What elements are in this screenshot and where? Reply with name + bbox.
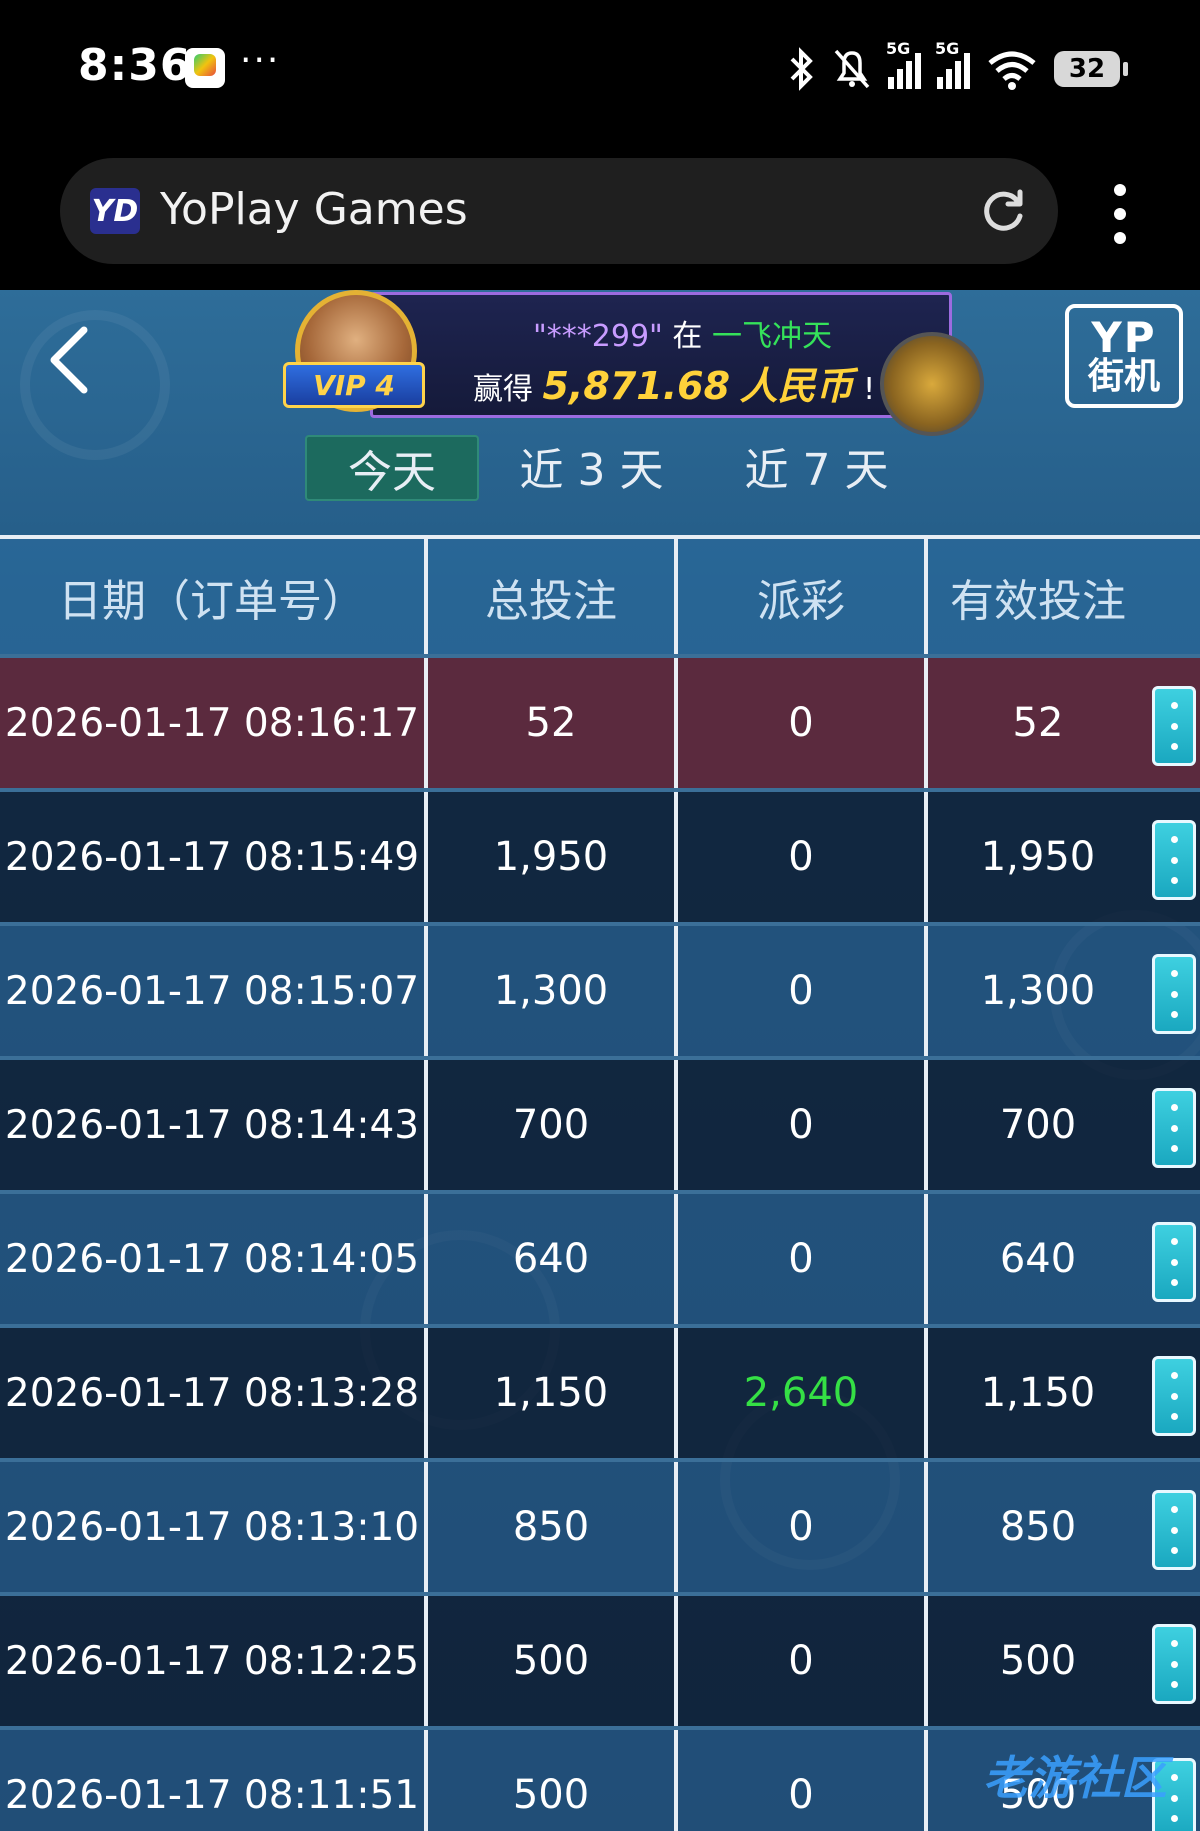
win-announcement-banner: "***299" 在 一飞冲天 赢得 5,871.68 人民币 ! — [370, 292, 952, 418]
status-icons: 5G 5G 32 — [786, 39, 1128, 94]
header-date: 日期（订单号） — [0, 539, 428, 654]
brand-line-2: 街机 — [1087, 356, 1160, 397]
table-row[interactable]: 2026-01-17 08:14:05 640 0 640 — [0, 1190, 1200, 1324]
yp-arcade-logo: YP 街机 — [1065, 304, 1183, 408]
table-row[interactable]: 2026-01-17 08:15:07 1,300 0 1,300 — [0, 922, 1200, 1056]
row-payout: 0 — [678, 1730, 928, 1831]
row-valid-bet: 1,300 — [980, 968, 1096, 1014]
tab-last-7-days[interactable]: 近 7 天 — [704, 435, 929, 497]
game-area: "***299" 在 一飞冲天 赢得 5,871.68 人民币 ! VIP 4 … — [0, 290, 1200, 1831]
date-range-tabs: 今天 近 3 天 近 7 天 — [305, 435, 929, 501]
mute-bell-icon — [834, 49, 870, 89]
more-notifications-icon: ··· — [240, 40, 281, 81]
row-more-icon[interactable] — [1152, 1490, 1196, 1570]
row-payout: 0 — [678, 1462, 928, 1592]
brand-line-1: YP — [1091, 313, 1157, 362]
row-payout: 0 — [678, 926, 928, 1056]
banner-amount: 5,871.68 — [542, 364, 731, 408]
table-row[interactable]: 2026-01-17 08:15:49 1,950 0 1,950 — [0, 788, 1200, 922]
banner-won-text: 赢得 — [473, 372, 533, 407]
row-valid-bet: 1,950 — [980, 834, 1096, 880]
url-bar[interactable]: YD YoPlay Games — [60, 158, 1058, 264]
row-valid-bet: 52 — [1012, 700, 1064, 746]
table-row[interactable]: 2026-01-17 08:16:17 52 0 52 — [0, 654, 1200, 788]
row-payout-win: 2,640 — [678, 1328, 928, 1458]
row-valid-bet: 500 — [999, 1638, 1077, 1684]
row-total-bet: 850 — [428, 1462, 678, 1592]
header-total-bet: 总投注 — [428, 539, 678, 654]
row-valid-bet: 1,150 — [980, 1370, 1096, 1416]
row-payout: 0 — [678, 1194, 928, 1324]
tab-last-3-days[interactable]: 近 3 天 — [479, 435, 704, 497]
row-date: 2026-01-17 08:14:05 — [0, 1194, 428, 1324]
signal-2-icon: 5G — [935, 39, 970, 89]
row-valid-bet: 700 — [999, 1102, 1077, 1148]
row-valid-bet: 640 — [999, 1236, 1077, 1282]
table-header: 日期（订单号） 总投注 派彩 有效投注 — [0, 539, 1200, 654]
wifi-icon — [988, 51, 1036, 90]
table-row[interactable]: 2026-01-17 08:14:43 700 0 700 — [0, 1056, 1200, 1190]
row-valid-bet: 850 — [999, 1504, 1077, 1550]
banner-line-2: 赢得 5,871.68 人民币 ! — [473, 355, 875, 410]
row-date: 2026-01-17 08:11:51 — [0, 1730, 428, 1831]
row-more-icon[interactable] — [1152, 1624, 1196, 1704]
row-payout: 0 — [678, 658, 928, 788]
row-date: 2026-01-17 08:14:43 — [0, 1060, 428, 1190]
banner-in-text: 在 — [672, 319, 703, 354]
vip-badge: VIP 4 — [283, 362, 425, 408]
row-total-bet: 500 — [428, 1730, 678, 1831]
banner-line-1: "***299" 在 一飞冲天 — [533, 311, 832, 355]
header-valid-bet: 有效投注 — [950, 575, 1126, 627]
status-bar: 8:36 ··· 5G 5G 32 — [0, 0, 1200, 140]
row-total-bet: 1,300 — [428, 926, 678, 1056]
watermark: 老游社区 — [983, 1751, 1167, 1805]
row-more-icon[interactable] — [1152, 1088, 1196, 1168]
table-row[interactable]: 2026-01-17 08:13:10 850 0 850 — [0, 1458, 1200, 1592]
banner-game-name: 一飞冲天 — [711, 319, 832, 354]
row-total-bet: 500 — [428, 1596, 678, 1726]
back-button[interactable] — [40, 320, 100, 400]
row-date: 2026-01-17 08:16:17 — [0, 658, 428, 788]
banner-user: "***299" — [533, 319, 663, 354]
row-total-bet: 700 — [428, 1060, 678, 1190]
row-total-bet: 1,950 — [428, 792, 678, 922]
row-payout: 0 — [678, 1596, 928, 1726]
row-more-icon[interactable] — [1152, 686, 1196, 766]
row-date: 2026-01-17 08:13:10 — [0, 1462, 428, 1592]
row-more-icon[interactable] — [1152, 954, 1196, 1034]
row-date: 2026-01-17 08:15:49 — [0, 792, 428, 922]
bluetooth-icon — [790, 47, 813, 91]
treasure-chest-icon — [880, 332, 984, 436]
banner-currency: 人民币 — [739, 364, 854, 408]
row-payout: 0 — [678, 792, 928, 922]
row-more-icon[interactable] — [1152, 1222, 1196, 1302]
page-title: YoPlay Games — [160, 184, 468, 235]
row-more-icon[interactable] — [1152, 820, 1196, 900]
app-notification-icon — [185, 48, 225, 88]
tab-today[interactable]: 今天 — [305, 435, 479, 501]
row-total-bet: 52 — [428, 658, 678, 788]
row-date: 2026-01-17 08:12:25 — [0, 1596, 428, 1726]
table-row[interactable]: 2026-01-17 08:12:25 500 0 500 — [0, 1592, 1200, 1726]
row-payout: 0 — [678, 1060, 928, 1190]
battery-indicator: 32 — [1054, 51, 1128, 87]
row-total-bet: 640 — [428, 1194, 678, 1324]
site-logo: YD — [90, 188, 140, 234]
banner-exclaim: ! — [863, 372, 876, 407]
signal-1-icon: 5G — [886, 39, 921, 89]
row-date: 2026-01-17 08:15:07 — [0, 926, 428, 1056]
status-time: 8:36 — [78, 40, 192, 91]
row-date: 2026-01-17 08:13:28 — [0, 1328, 428, 1458]
header-payout: 派彩 — [678, 539, 928, 654]
reload-icon[interactable] — [978, 186, 1028, 236]
row-more-icon[interactable] — [1152, 1356, 1196, 1436]
browser-menu-icon[interactable] — [1100, 184, 1140, 244]
row-total-bet: 1,150 — [428, 1328, 678, 1458]
table-row[interactable]: 2026-01-17 08:13:28 1,150 2,640 1,150 — [0, 1324, 1200, 1458]
bet-history-table: 日期（订单号） 总投注 派彩 有效投注 2026-01-17 08:16:17 … — [0, 535, 1200, 1831]
